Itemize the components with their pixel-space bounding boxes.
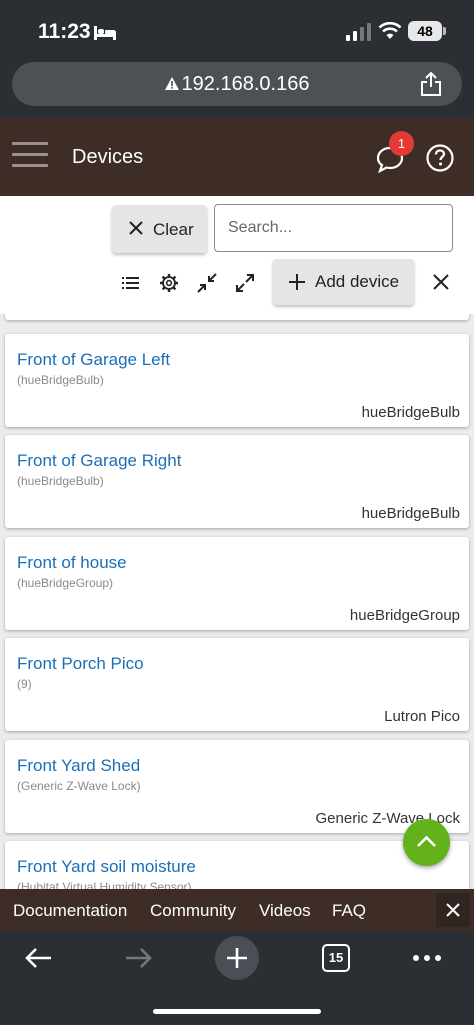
device-card[interactable]: Generic Z-Wave Lock — [5, 314, 469, 320]
device-card[interactable]: Front of house (hueBridgeGroup) hueBridg… — [5, 537, 469, 630]
new-tab-button[interactable] — [215, 936, 259, 980]
device-type: hueBridgeBulb — [361, 404, 460, 421]
add-device-button[interactable]: Add device — [273, 259, 414, 305]
device-card[interactable]: Front Yard soil moisture (Hubitat Virtua… — [5, 841, 469, 889]
device-name-link[interactable]: Front of Garage Left — [17, 350, 170, 370]
browser-address-area: 192.168.0.166 — [0, 56, 474, 118]
device-type: Lutron Pico — [384, 708, 460, 725]
footer-link-community[interactable]: Community — [150, 901, 236, 921]
address-bar[interactable]: 192.168.0.166 — [12, 62, 462, 106]
battery-tip — [443, 27, 446, 35]
footer-link-documentation[interactable]: Documentation — [13, 901, 127, 921]
sleep-focus-icon — [94, 26, 116, 40]
footer-close-button[interactable] — [436, 893, 470, 927]
device-type: hueBridgeGroup — [349, 607, 460, 624]
device-subtitle: (Hubitat Virtual Humidity Sensor) — [17, 880, 192, 889]
warning-icon — [164, 77, 179, 90]
plus-icon — [227, 948, 247, 968]
device-name-link[interactable]: Front Yard Shed — [17, 756, 140, 776]
clear-button-label: Clear — [153, 220, 194, 239]
page-title: Devices — [72, 146, 144, 168]
add-device-label: Add device — [315, 272, 400, 291]
wifi-icon — [378, 22, 402, 39]
device-subtitle: (hueBridgeBulb) — [17, 373, 104, 387]
battery-indicator: 48 — [408, 21, 442, 41]
device-name-link[interactable]: Front of house — [17, 553, 127, 573]
list-view-icon[interactable] — [119, 272, 141, 294]
devices-toolbar: Clear Add device — [0, 196, 474, 314]
back-arrow-icon[interactable] — [24, 945, 54, 971]
more-options-icon[interactable] — [412, 954, 442, 962]
share-icon[interactable] — [420, 72, 442, 96]
chevron-up-icon — [417, 835, 436, 847]
device-subtitle: (Generic Z-Wave Lock) — [17, 779, 141, 793]
clear-button[interactable]: Clear — [112, 205, 207, 253]
footer-link-videos[interactable]: Videos — [259, 901, 311, 921]
notification-badge[interactable]: 1 — [389, 131, 414, 156]
gear-icon[interactable] — [158, 272, 180, 294]
device-name-link[interactable]: Front of Garage Right — [17, 451, 181, 471]
status-time: 11:23 — [38, 20, 91, 43]
menu-icon[interactable] — [12, 142, 48, 170]
url-text: 192.168.0.166 — [181, 73, 310, 95]
search-input[interactable] — [214, 204, 453, 252]
close-toolbar-icon[interactable] — [432, 273, 450, 291]
device-subtitle: (hueBridgeBulb) — [17, 474, 104, 488]
device-card[interactable]: Front Yard Shed (Generic Z-Wave Lock) Ge… — [5, 740, 469, 833]
tab-count-button[interactable]: 15 — [322, 944, 350, 972]
footer-links-bar: Documentation Community Videos FAQ — [0, 889, 474, 931]
address-text-row: 192.168.0.166 — [12, 62, 462, 106]
plus-icon — [289, 274, 305, 290]
device-name-link[interactable]: Front Yard soil moisture — [17, 857, 196, 877]
device-subtitle: (hueBridgeGroup) — [17, 576, 114, 590]
forward-arrow-icon[interactable] — [123, 945, 153, 971]
device-card[interactable]: Front Porch Pico (9) Lutron Pico — [5, 638, 469, 731]
scroll-to-top-button[interactable] — [403, 819, 450, 866]
device-subtitle: (9) — [17, 677, 32, 691]
status-bar: 11:23 48 — [0, 0, 474, 56]
close-icon — [446, 903, 460, 917]
cellular-signal-icon — [346, 23, 371, 41]
device-type: hueBridgeBulb — [361, 505, 460, 522]
browser-toolbar: 15 — [0, 931, 474, 1025]
device-name-link[interactable]: Front Porch Pico — [17, 654, 144, 674]
home-indicator — [153, 1009, 321, 1014]
device-card[interactable]: Front of Garage Right (hueBridgeBulb) hu… — [5, 435, 469, 528]
device-list[interactable]: Generic Z-Wave Lock Front of Garage Left… — [0, 314, 474, 889]
help-icon[interactable] — [425, 143, 455, 173]
expand-icon[interactable] — [234, 272, 256, 294]
device-card[interactable]: Front of Garage Left (hueBridgeBulb) hue… — [5, 334, 469, 427]
close-icon — [129, 221, 143, 235]
footer-link-faq[interactable]: FAQ — [332, 901, 366, 921]
app-header: Devices 1 — [0, 118, 474, 196]
collapse-icon[interactable] — [196, 272, 218, 294]
